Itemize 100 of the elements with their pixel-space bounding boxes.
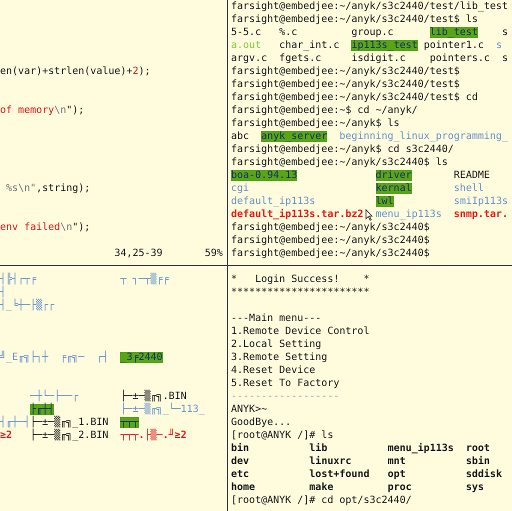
file-name: ≥2 xyxy=(0,430,12,441)
file-name: lib xyxy=(309,443,328,454)
terminal-text: [root@ANYK /]# ls xyxy=(231,430,334,441)
file-name: default_ip113s.tar.bz2 xyxy=(231,209,364,220)
file-name: proc xyxy=(388,482,412,493)
directory-name: kernal xyxy=(376,183,412,194)
terminal-text: ANYK>~ xyxy=(231,404,268,415)
terminal-text: farsight@embedjee:~/anyk/s3c2440$ ls xyxy=(231,157,448,168)
separator-text: ------------------ xyxy=(231,391,340,402)
terminal-text: ├─±─▒╓╗.BIN xyxy=(120,391,187,402)
code-text: ,string); xyxy=(36,183,90,194)
terminal-text: s xyxy=(502,53,508,64)
terminal-text: README xyxy=(454,170,490,181)
file-name: dev xyxy=(231,456,250,467)
code-text: %s\n" xyxy=(6,183,36,194)
directory-name: shell xyxy=(454,183,484,194)
terminal-text: farsight@embedjee:~/anyk/s3c2440$ xyxy=(231,235,430,246)
file-name: etc xyxy=(231,469,250,480)
terminal-text: farsight@embedjee:~$ cd ~/anyk/ xyxy=(231,105,418,116)
file-name: bin xyxy=(231,443,250,454)
code-text: ); xyxy=(138,66,151,77)
file-name: make xyxy=(309,482,334,493)
terminal-text: *********************** xyxy=(231,287,370,298)
terminal-text: 5.Reset To Factory xyxy=(231,378,340,389)
code-text: of memory xyxy=(0,105,54,116)
directory-name: ├╓┼┤ xyxy=(30,404,54,415)
terminal-text: farsight@embedjee:~/anyk/s3c2440/test/lib_test xyxy=(231,1,508,12)
directory-name: anyk_server xyxy=(261,131,328,142)
file-name: root xyxy=(466,443,490,454)
terminal-text: farsight@embedjee:~/anyk/s3c2440/test$ ls xyxy=(231,14,478,25)
terminal-text: GoodBye... xyxy=(231,417,292,428)
directory-name: lwl xyxy=(376,196,394,207)
directory-name: menu_ip113s xyxy=(376,209,442,220)
terminal-text: s xyxy=(502,27,508,38)
directory-name: lib_test xyxy=(430,27,478,38)
file-name: a.out xyxy=(231,40,262,51)
terminal-text: farsight@embedjee:~/anyk/s3c2440$ xyxy=(231,248,430,259)
directory-name: smiIp113s xyxy=(454,196,508,207)
terminal-text: * Login Success! * xyxy=(231,274,370,285)
terminal-text: abc xyxy=(231,131,250,142)
terminal-text: farsight@embedjee:~/anyk$ cd s3c2440/ xyxy=(231,144,454,155)
directory-name: ├─±─▒╓╗_└─113_ xyxy=(120,404,205,415)
terminal-text: fgets.c xyxy=(279,53,322,64)
file-name: mnt xyxy=(388,456,406,467)
file-name: sys xyxy=(466,482,484,493)
directory-name: ┤_╘┼─├▒┌┌ xyxy=(0,300,54,311)
directory-name: ┤╠┤┌┬╒ xyxy=(0,274,36,285)
directory-name: ┤ xyxy=(0,287,6,298)
terminal-text: pointer1.c xyxy=(424,40,484,51)
terminal-text: pointers.c xyxy=(430,53,490,64)
file-name: ┬┬┬.├▒─.╜≥2 xyxy=(120,430,187,441)
terminal-text: farsight@embedjee:~/anyk/s3c2440$ xyxy=(231,222,430,233)
code-text: env failed xyxy=(0,222,60,233)
terminal-text: 34,25-39 xyxy=(114,248,163,259)
terminal-text: %.c xyxy=(279,27,298,38)
file-name: snmp.tar. xyxy=(454,209,508,220)
terminal-text: group.c xyxy=(351,27,394,38)
file-name: home xyxy=(231,482,256,493)
terminal-text: char_int.c xyxy=(279,40,340,51)
terminal-text: [root@ANYK /]# cd opt/s3c2440/ xyxy=(231,495,412,506)
directory-name: _3╒2440 xyxy=(120,352,163,363)
terminal-text: argv.c xyxy=(231,53,268,64)
terminal-text: farsight@embedjee:~/anyk/s3c2440/test$ xyxy=(231,79,460,90)
code-text: \n xyxy=(60,222,72,233)
directory-name: beginning_linux_programming_ xyxy=(339,131,508,142)
directory-name: cgi xyxy=(231,183,250,194)
terminal-text: 4.Reset Device xyxy=(231,365,316,376)
code-text: "); xyxy=(66,105,84,116)
code-text: "); xyxy=(72,222,90,233)
directory-name: s xyxy=(496,40,502,51)
directory-name: driver xyxy=(376,170,412,181)
file-name: lost+found xyxy=(309,469,370,480)
terminal-text: 1.Remote Device Control xyxy=(231,326,370,337)
terminal-text: 5-5.c xyxy=(231,27,262,38)
terminal-text: 2.Local Setting xyxy=(231,339,322,350)
code-text: en(var)+strlen(value)+ xyxy=(0,66,132,77)
file-name: opt xyxy=(388,469,406,480)
code-text: 2 xyxy=(132,66,138,77)
terminal-text: 59% xyxy=(204,248,223,259)
directory-name: boa-0.94.13 xyxy=(231,170,298,181)
code-text: \n xyxy=(54,105,66,116)
directory-name: ip113s_test xyxy=(351,40,418,51)
terminal-text: ├─±─▒╓╗_2.BIN xyxy=(30,430,108,441)
terminal-text: farsight@embedjee:~/anyk/s3c2440/test$ cd xyxy=(231,92,478,103)
file-name: linuxrc xyxy=(309,456,352,467)
directory-name: ╝_E╓╗├┐┼ ╒╓╗─ ┌┤ xyxy=(0,352,108,363)
terminal-text: farsight@embedjee:~/anyk/s3c2440/test$ xyxy=(231,66,460,77)
terminal-text: ---Main menu--- xyxy=(231,313,322,324)
file-name: sddisk xyxy=(466,469,502,480)
terminal-text: isdigit.c xyxy=(351,53,406,64)
terminal-text: farsight@embedjee:~/anyk$ ls xyxy=(231,118,400,129)
directory-name: ─┼└─├──┌ xyxy=(30,391,78,402)
directory-name: default_ip113s xyxy=(231,196,316,207)
directory-name: ┬ ┐─┬▒╒╒ xyxy=(120,274,169,285)
mouse-pointer-icon xyxy=(365,209,373,221)
terminal-text: 3.Remote Setting xyxy=(231,352,328,363)
directory-name: ┬┬┬ xyxy=(120,417,138,428)
file-name: menu_ip113s xyxy=(388,443,454,454)
directory-name: ┤╓┼─┤ xyxy=(0,417,30,428)
terminal-text: ├─±─▒╓╗_1.BIN xyxy=(30,417,108,428)
